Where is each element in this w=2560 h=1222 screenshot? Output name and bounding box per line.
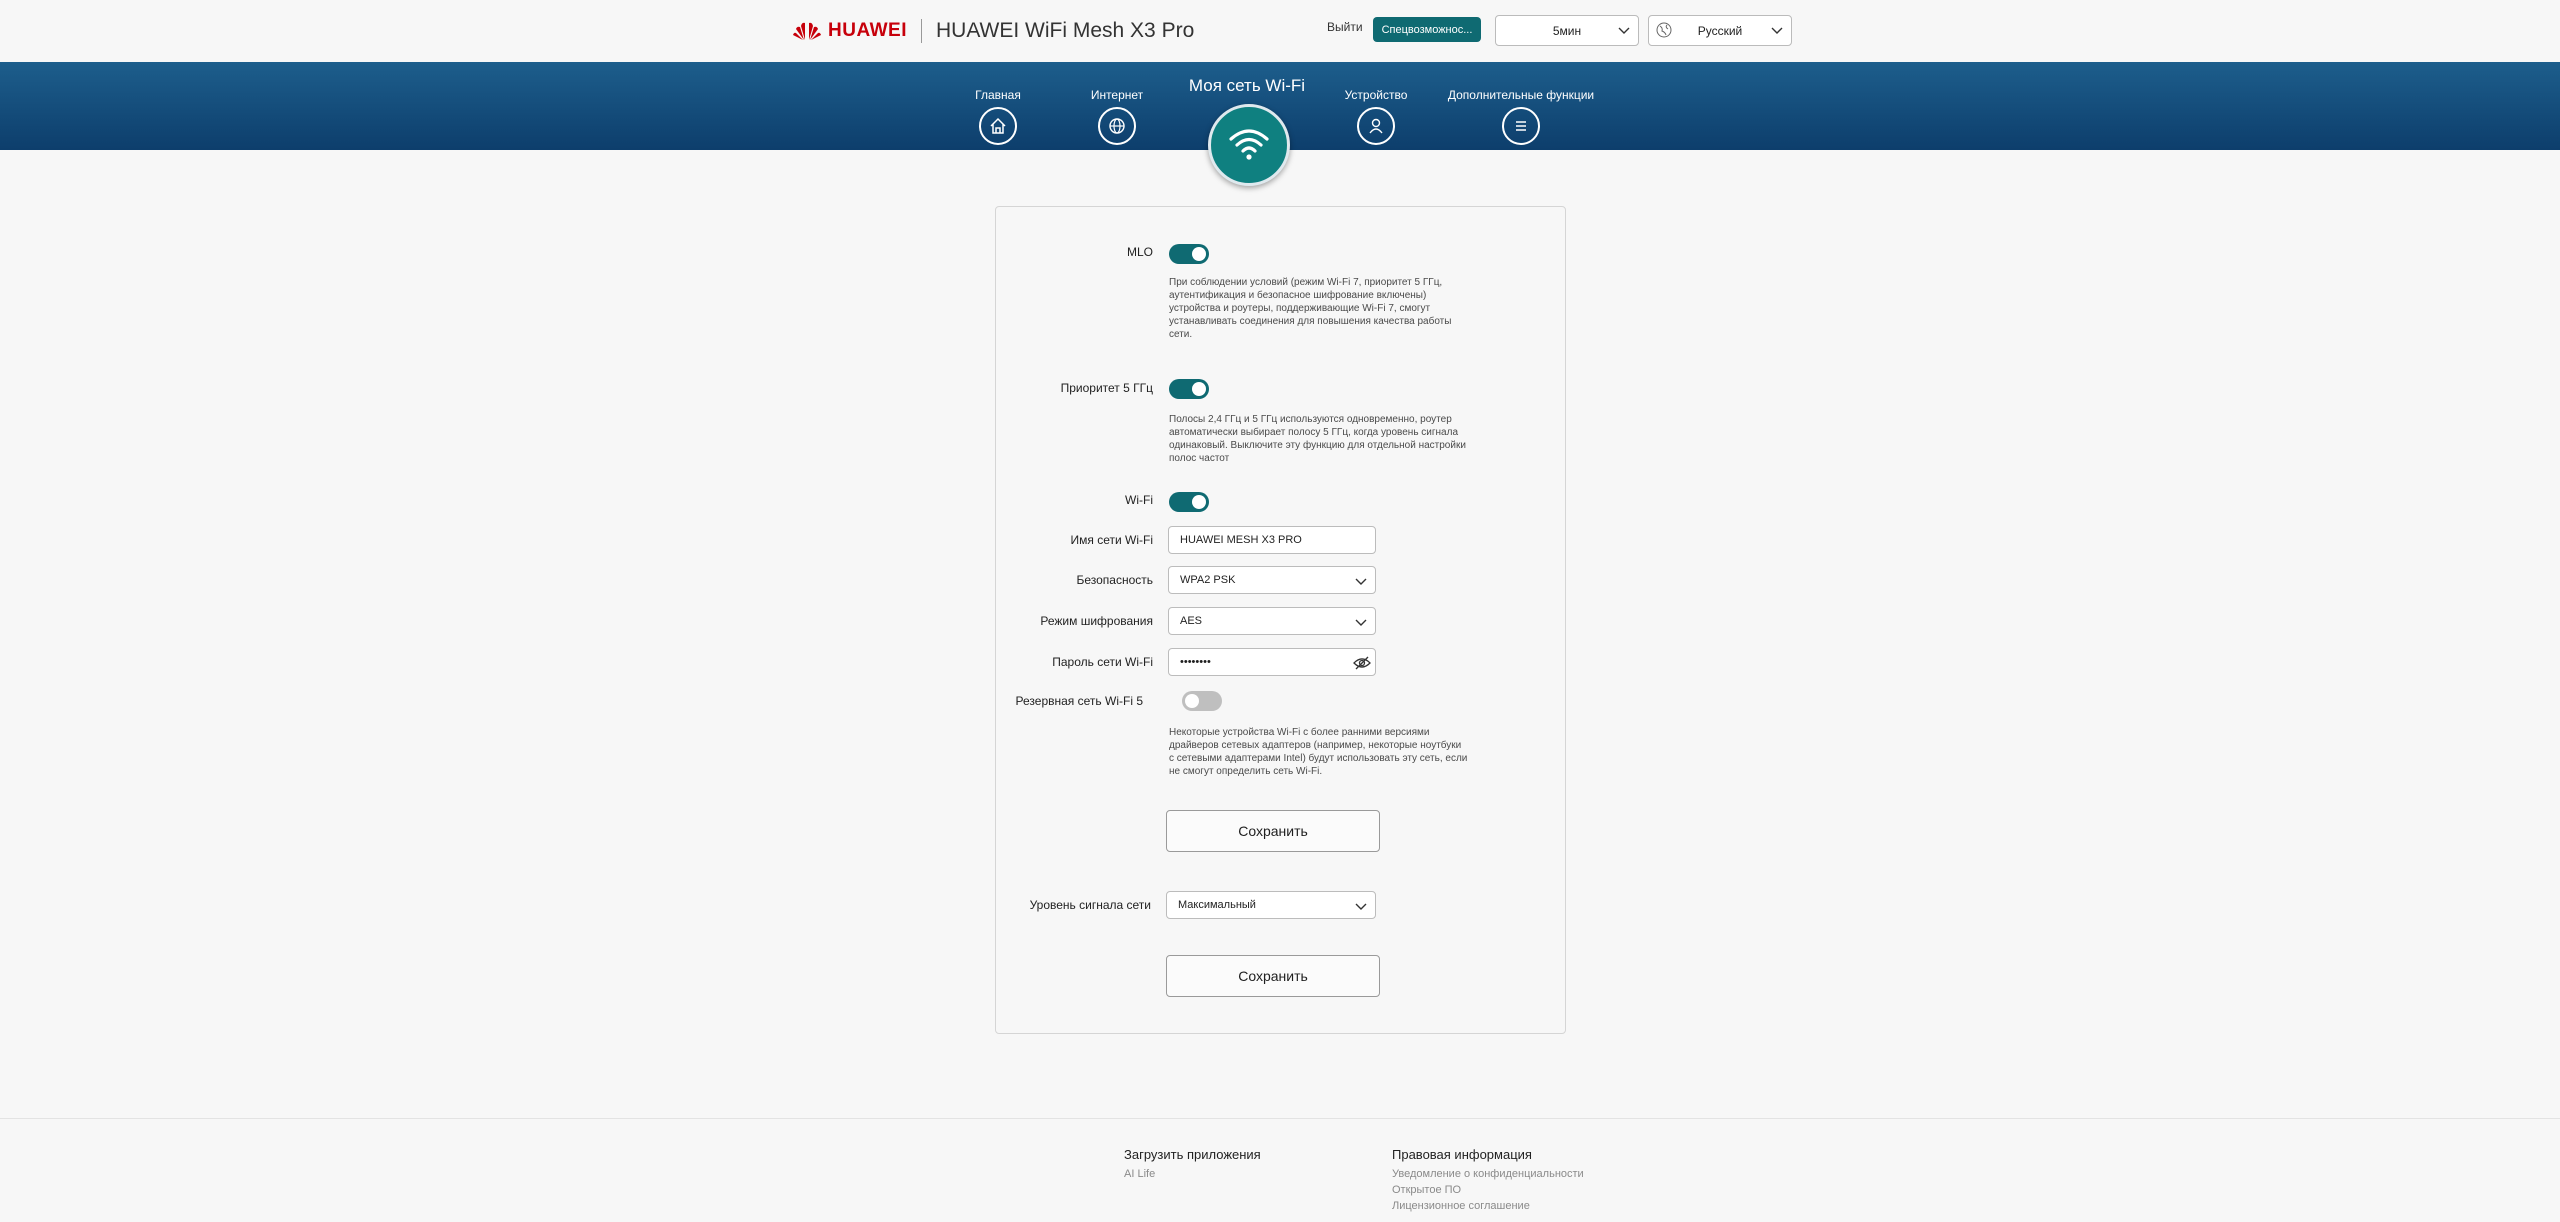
globe-icon — [1098, 107, 1136, 145]
chevron-down-icon — [1355, 619, 1367, 626]
nav-advanced-label: Дополнительные функции — [1447, 88, 1595, 102]
backup-wifi5-toggle[interactable] — [1182, 691, 1222, 711]
nav-device[interactable]: Устройство — [1316, 62, 1436, 145]
password-input[interactable]: •••••••• — [1168, 648, 1376, 676]
brand-text: HUAWEI — [828, 20, 907, 41]
mlo-description: При соблюдении условий (режим Wi-Fi 7, п… — [1169, 277, 1452, 340]
nav-my-wifi-label: Моя сеть Wi-Fi — [1188, 76, 1306, 95]
nav-home[interactable]: Главная — [938, 62, 1058, 145]
huawei-logo-icon — [792, 20, 822, 42]
accessibility-button[interactable]: Спецвозможнос... — [1373, 17, 1481, 42]
nav-advanced[interactable]: Дополнительные функции — [1421, 62, 1621, 145]
security-select[interactable]: WPA2 PSK — [1168, 566, 1376, 594]
mlo-toggle[interactable] — [1169, 244, 1209, 264]
nav-internet-label: Интернет — [1090, 88, 1144, 102]
save-wifi-button[interactable]: Сохранить — [1166, 810, 1380, 852]
backup-wifi5-label: Резервная сеть Wi-Fi 5 — [1015, 694, 1143, 708]
toggle-knob — [1192, 382, 1206, 396]
security-label: Безопасность — [1076, 573, 1153, 587]
brand: HUAWEI HUAWEI WiFi Mesh X3 Pro — [792, 16, 1194, 46]
top-bar: HUAWEI HUAWEI WiFi Mesh X3 Pro Выйти Спе… — [0, 0, 2560, 62]
signal-strength-select[interactable]: Максимальный — [1166, 891, 1376, 919]
chevron-down-icon — [1771, 27, 1783, 34]
logout-link[interactable]: Выйти — [1327, 20, 1363, 34]
toggle-knob — [1192, 495, 1206, 509]
nav-home-label: Главная — [975, 88, 1021, 102]
user-icon — [1357, 107, 1395, 145]
footer-legal-heading: Правовая информация — [1392, 1147, 1532, 1162]
footer-apps-heading: Загрузить приложения — [1124, 1147, 1261, 1162]
timeout-select[interactable]: 5мин — [1495, 15, 1639, 46]
ssid-value: HUAWEI MESH X3 PRO — [1180, 534, 1302, 546]
globe-icon — [1656, 22, 1672, 38]
priority-5ghz-toggle[interactable] — [1169, 379, 1209, 399]
mlo-label: MLO — [1126, 245, 1153, 259]
wifi-toggle[interactable] — [1169, 492, 1209, 512]
language-select[interactable]: Русский — [1648, 15, 1792, 46]
wifi-icon[interactable] — [1208, 104, 1290, 186]
save-signal-button[interactable]: Сохранить — [1166, 955, 1380, 997]
footer-privacy-link[interactable]: Уведомление о конфиденциальности — [1392, 1168, 1584, 1180]
footer-license-link[interactable]: Лицензионное соглашение — [1392, 1200, 1530, 1212]
product-title: HUAWEI WiFi Mesh X3 Pro — [936, 19, 1195, 42]
footer-divider — [0, 1118, 2560, 1119]
nav-my-wifi[interactable]: Моя сеть Wi-Fi — [1187, 62, 1307, 96]
menu-icon — [1502, 107, 1540, 145]
footer-open-source-link[interactable]: Открытое ПО — [1392, 1184, 1461, 1196]
eye-off-icon[interactable] — [1353, 655, 1371, 671]
home-icon — [979, 107, 1017, 145]
password-value: •••••••• — [1180, 656, 1211, 668]
toggle-knob — [1185, 694, 1199, 708]
signal-strength-label: Уровень сигнала сети — [1029, 898, 1151, 912]
chevron-down-icon — [1355, 903, 1367, 910]
encryption-label: Режим шифрования — [1040, 614, 1153, 628]
ssid-label: Имя сети Wi-Fi — [1070, 533, 1154, 547]
timeout-value: 5мин — [1552, 23, 1582, 38]
wifi-label: Wi-Fi — [1125, 493, 1153, 507]
footer-ai-life-link[interactable]: AI Life — [1124, 1168, 1155, 1180]
backup-wifi5-description: Некоторые устройства Wi-Fi с более ранни… — [1169, 727, 1468, 777]
encryption-value: AES — [1180, 615, 1203, 627]
priority-5ghz-description: Полосы 2,4 ГГц и 5 ГГц используются одно… — [1169, 414, 1466, 464]
password-label: Пароль сети Wi-Fi — [1052, 655, 1153, 669]
encryption-select[interactable]: AES — [1168, 607, 1376, 635]
brand-divider — [921, 19, 922, 43]
security-value: WPA2 PSK — [1180, 574, 1236, 586]
chevron-down-icon — [1618, 27, 1630, 34]
signal-strength-value: Максимальный — [1178, 899, 1256, 911]
priority-5ghz-label: Приоритет 5 ГГц — [1060, 381, 1153, 395]
nav-device-label: Устройство — [1344, 88, 1408, 102]
ssid-input[interactable]: HUAWEI MESH X3 PRO — [1168, 526, 1376, 554]
nav-internet[interactable]: Интернет — [1057, 62, 1177, 145]
chevron-down-icon — [1355, 578, 1367, 585]
language-value: Русский — [1697, 23, 1743, 38]
toggle-knob — [1192, 247, 1206, 261]
